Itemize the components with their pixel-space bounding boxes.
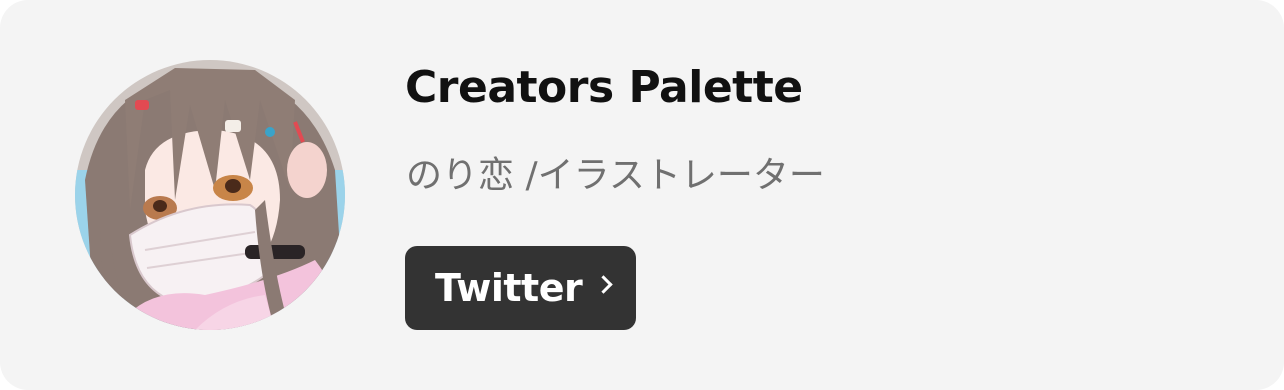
twitter-button-label: Twitter — [435, 266, 583, 310]
profile-role: のり恋 /イラストレーター — [406, 155, 825, 196]
avatar — [75, 60, 345, 330]
profile-name: Creators Palette — [405, 62, 803, 113]
twitter-button[interactable]: Twitter — [405, 246, 636, 330]
avatar-illustration — [75, 60, 345, 330]
profile-card: Creators Palette のり恋 /イラストレーター Twitter — [0, 0, 1284, 390]
chevron-right-icon — [594, 275, 613, 294]
